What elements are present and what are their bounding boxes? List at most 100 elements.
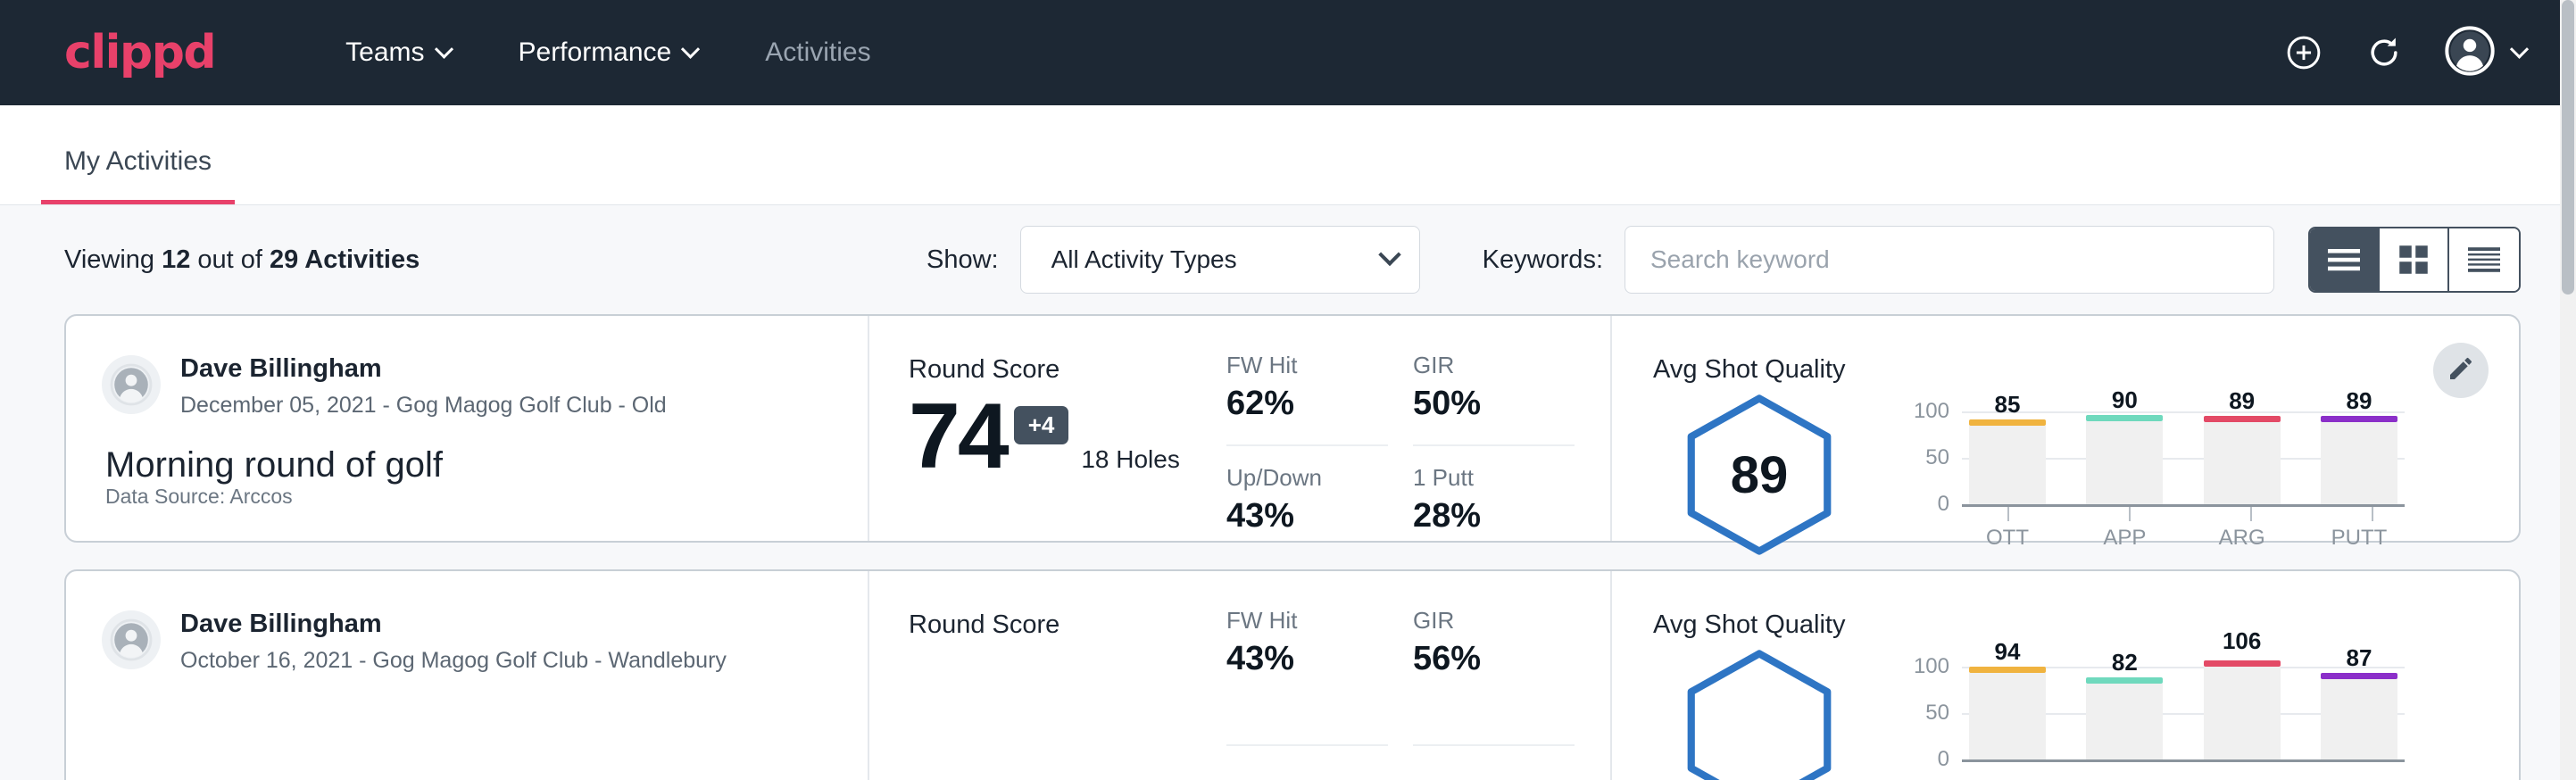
stat-up-down-value: 43% xyxy=(1226,497,1388,535)
x-label-putt: PUTT xyxy=(2321,526,2397,551)
bar-column-app: 90 xyxy=(2086,411,2163,504)
bar-value-putt: 89 xyxy=(2321,387,2397,415)
stat-one-putt-label: 1 Putt xyxy=(1413,464,1575,492)
y-tick-50: 50 xyxy=(1925,701,1949,726)
top-navbar: clippd Teams Performance Activities xyxy=(0,0,2576,105)
bar-cap-app xyxy=(2086,677,2163,684)
filter-bar: Viewing 12 out of 29 Activities Show: Al… xyxy=(0,205,2576,314)
player-name: Dave Billingham xyxy=(180,610,727,639)
stat-gir-value: 50% xyxy=(1413,385,1575,423)
bar-arg xyxy=(2204,667,2281,759)
y-tick-0: 0 xyxy=(1938,492,1949,517)
x-label-arg: ARG xyxy=(2204,526,2281,551)
round-score-section: Round Score xyxy=(869,571,1226,780)
x-tick-app xyxy=(2129,507,2131,521)
round-score-value: 74 xyxy=(909,390,1007,483)
shot-quality-chart: 100 50 0 94 82 xyxy=(1905,647,2405,780)
avg-shot-quality-label: Avg Shot Quality xyxy=(1653,355,2519,385)
stat-one-putt: 1 Putt 28% xyxy=(1413,446,1575,541)
activity-card-list: Dave Billingham December 05, 2021 - Gog … xyxy=(0,314,2576,780)
stat-gir-label: GIR xyxy=(1413,607,1575,635)
shot-quality-chart: 100 50 0 85 90 xyxy=(1905,392,2405,561)
bar-column-ott: 85 xyxy=(1969,411,2046,504)
nav-item-teams[interactable]: Teams xyxy=(312,37,484,68)
bar-cap-ott xyxy=(1969,667,2046,673)
filter-controls: Show: All Activity Types Keywords: xyxy=(927,226,2521,294)
bar-column-putt: 89 xyxy=(2321,411,2397,504)
stat-up-down-label: Up/Down xyxy=(1226,464,1388,492)
stat-up-down: Up/Down 43% xyxy=(1226,446,1388,541)
holes-played: 18 Holes xyxy=(1081,445,1180,474)
shot-quality-value: 89 xyxy=(1676,392,1842,558)
bar-value-ott: 94 xyxy=(1969,638,2046,666)
tab-my-activities[interactable]: My Activities xyxy=(41,146,235,204)
nav-item-performance-label: Performance xyxy=(519,37,672,68)
view-mode-list-button[interactable] xyxy=(2310,228,2380,291)
stat-gir-value: 56% xyxy=(1413,640,1575,678)
nav-item-activities[interactable]: Activities xyxy=(731,37,904,68)
avg-shot-quality-label: Avg Shot Quality xyxy=(1653,610,2519,640)
view-mode-compact-button[interactable] xyxy=(2449,228,2519,291)
activity-card[interactable]: Dave Billingham October 16, 2021 - Gog M… xyxy=(64,569,2521,780)
activity-title: Morning round of golf xyxy=(105,445,868,485)
nav-item-performance[interactable]: Performance xyxy=(485,37,732,68)
edit-activity-button[interactable] xyxy=(2433,343,2489,398)
account-menu[interactable] xyxy=(2445,26,2526,80)
keyword-filter: Keywords: xyxy=(1483,226,2274,294)
bar-cap-putt xyxy=(2321,673,2397,679)
shot-quality-section: Avg Shot Quality 100 50 0 9 xyxy=(1610,571,2519,780)
chart-plot-area: 100 50 0 94 82 xyxy=(1962,667,2405,759)
bar-app xyxy=(2086,421,2163,504)
viewing-count-text: Viewing 12 out of 29 Activities xyxy=(64,245,420,275)
player-info: Dave Billingham December 05, 2021 - Gog … xyxy=(180,355,667,419)
round-score-label: Round Score xyxy=(909,355,1226,385)
activity-identity: Dave Billingham December 05, 2021 - Gog … xyxy=(66,316,869,541)
chevron-down-icon xyxy=(1378,244,1400,266)
bar-cap-ott xyxy=(1969,419,2046,426)
activity-meta: October 16, 2021 - Gog Magog Golf Club -… xyxy=(180,648,727,674)
bar-putt xyxy=(2321,422,2397,504)
activity-type-select-value: All Activity Types xyxy=(1051,245,1237,274)
bar-ott xyxy=(1969,673,2046,759)
viewing-count: 12 xyxy=(162,245,190,274)
search-input[interactable] xyxy=(1625,226,2274,294)
app-logo[interactable]: clippd xyxy=(64,26,215,79)
x-tick-arg xyxy=(2250,507,2252,521)
viewing-mid: out of xyxy=(190,245,270,274)
bar-arg xyxy=(2204,422,2281,504)
scrollbar-thumb[interactable] xyxy=(2562,0,2574,295)
shot-quality-hexagon: 89 xyxy=(1676,392,1842,558)
player-name: Dave Billingham xyxy=(180,355,667,384)
activity-stats: FW Hit 62% GIR 50% Up/Down 43% 1 Putt 28… xyxy=(1226,316,1610,541)
y-tick-0: 0 xyxy=(1938,747,1949,772)
bar-value-arg: 106 xyxy=(2204,627,2281,655)
plus-circle-icon[interactable] xyxy=(2284,33,2323,72)
bar-cap-putt xyxy=(2321,416,2397,422)
activity-meta: December 05, 2021 - Gog Magog Golf Club … xyxy=(180,393,667,419)
view-mode-grid-button[interactable] xyxy=(2380,228,2449,291)
stat-gir: GIR 50% xyxy=(1413,352,1575,446)
y-tick-100: 100 xyxy=(1914,654,1949,679)
activity-type-select[interactable]: All Activity Types xyxy=(1020,226,1420,294)
tab-strip: My Activities xyxy=(0,105,2576,205)
bar-column-arg: 89 xyxy=(2204,411,2281,504)
stat-fw-hit-label: FW Hit xyxy=(1226,352,1388,379)
round-score-row: 74 +4 18 Holes xyxy=(909,390,1226,483)
bar-cap-arg xyxy=(2204,416,2281,422)
player-header: Dave Billingham October 16, 2021 - Gog M… xyxy=(102,610,868,674)
y-tick-50: 50 xyxy=(1925,445,1949,470)
x-label-app: APP xyxy=(2086,526,2163,551)
refresh-icon[interactable] xyxy=(2364,33,2404,72)
chart-plot-area: 100 50 0 85 90 xyxy=(1962,411,2405,504)
activity-card[interactable]: Dave Billingham December 05, 2021 - Gog … xyxy=(64,314,2521,543)
nav-actions xyxy=(2284,26,2526,80)
page-scrollbar[interactable] xyxy=(2560,0,2576,780)
bar-column-app: 82 xyxy=(2086,667,2163,759)
avatar xyxy=(102,610,161,669)
bar-value-app: 90 xyxy=(2086,386,2163,414)
account-circle-icon xyxy=(2445,26,2495,80)
data-source: Data Source: Arccos xyxy=(105,485,293,509)
chart-x-labels: OTT APP ARG PUTT xyxy=(1962,526,2405,551)
bar-value-arg: 89 xyxy=(2204,387,2281,415)
chart-bars: 94 82 xyxy=(1962,667,2405,759)
